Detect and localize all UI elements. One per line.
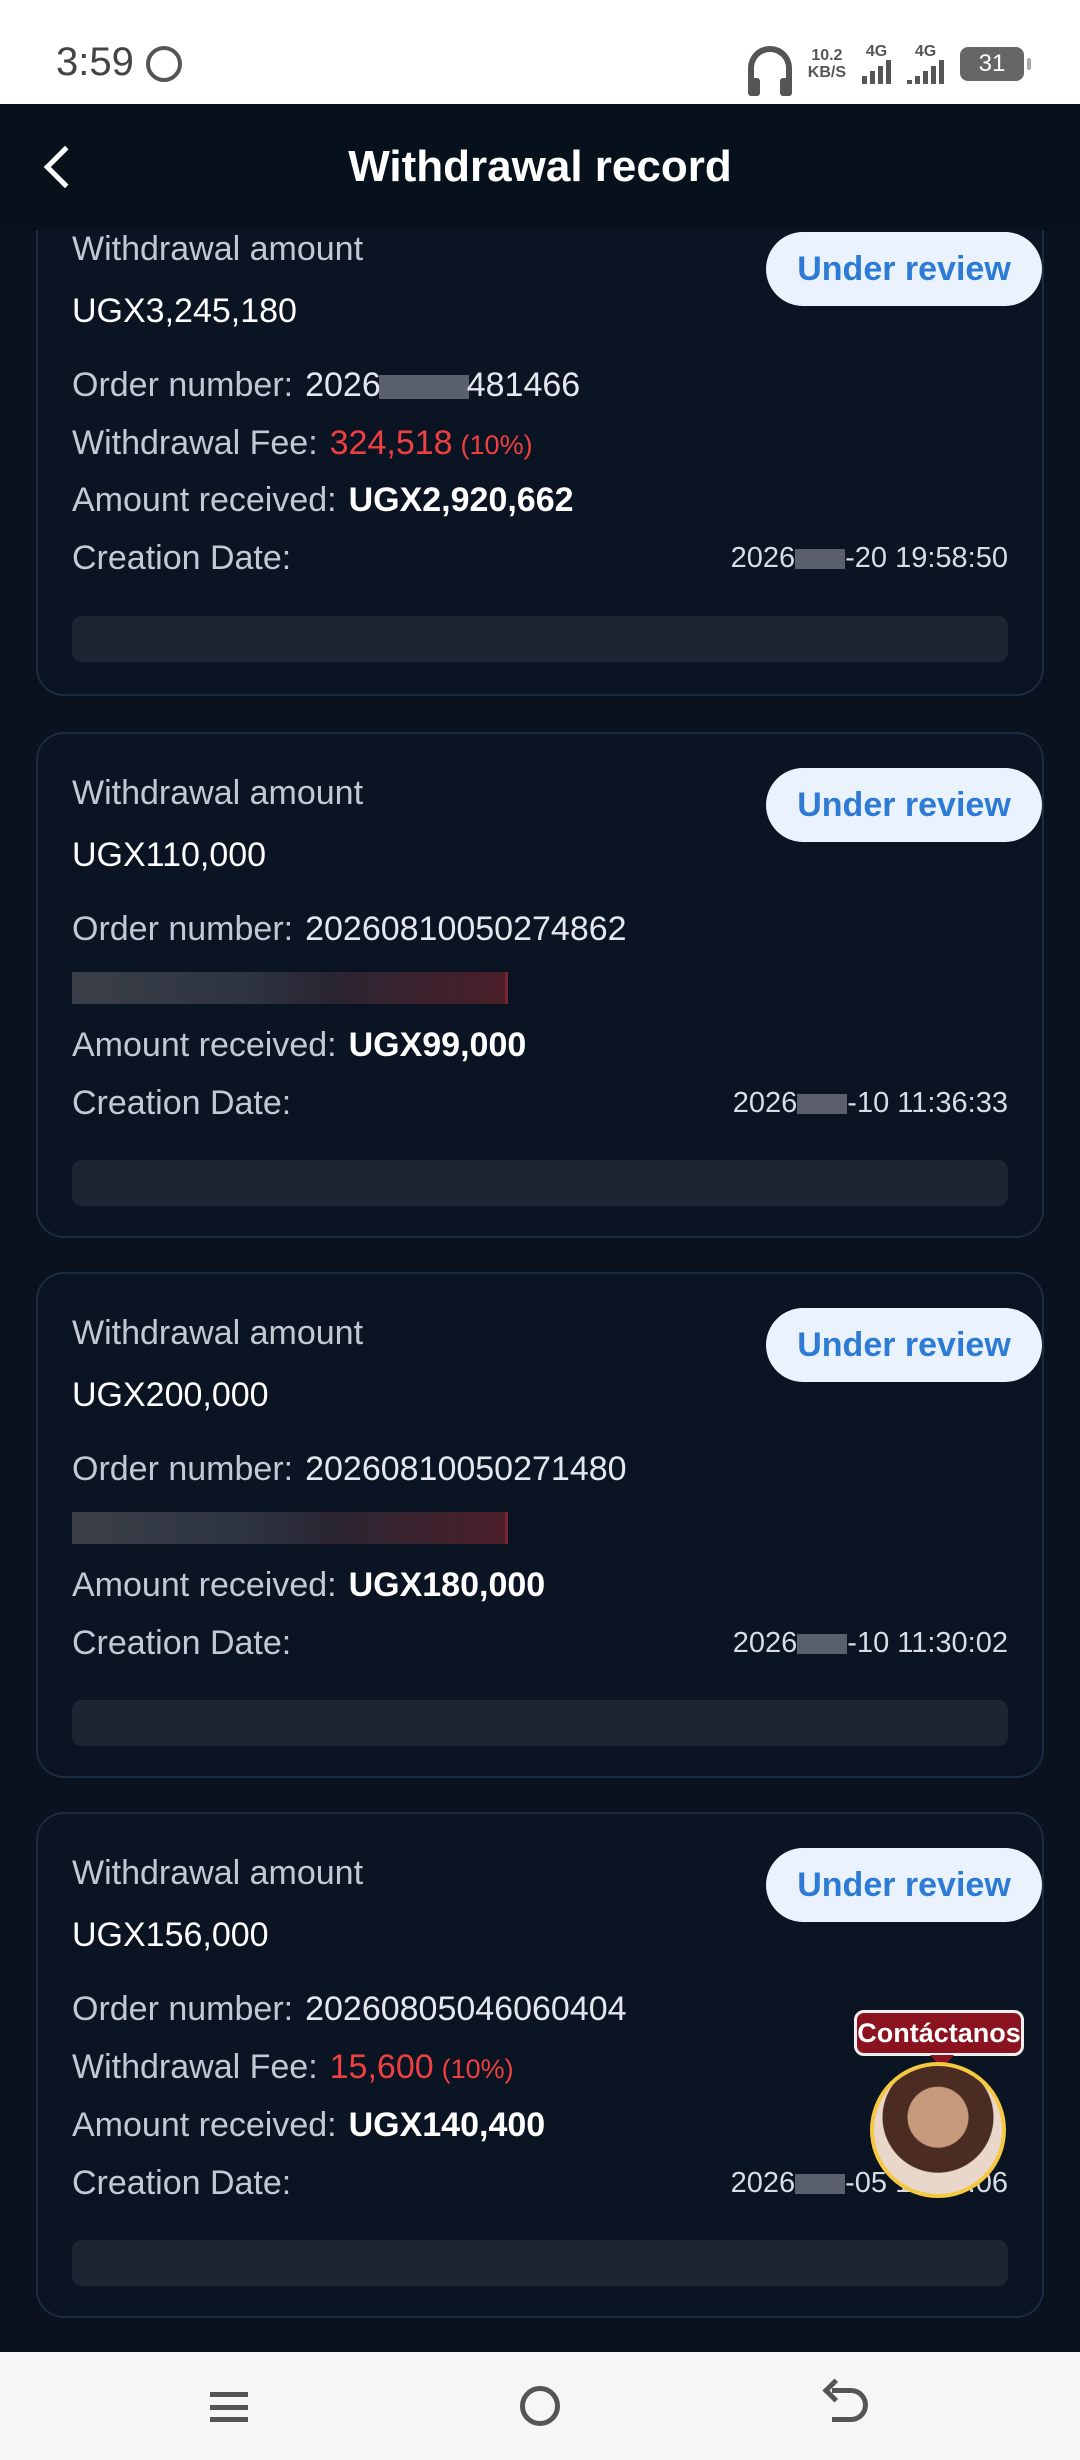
progress-track xyxy=(72,1700,1008,1746)
redacted-mask xyxy=(795,549,846,570)
received-label: Amount received: xyxy=(72,481,337,519)
order-number: 20260810050274862 xyxy=(305,910,627,948)
date-prefix: 2026 xyxy=(732,1627,798,1659)
headphone-icon xyxy=(747,46,792,96)
redacted-fee-row xyxy=(72,972,508,1004)
signal-2: 4G xyxy=(907,44,944,84)
date-suffix: -10 11:36:33 xyxy=(847,1087,1008,1119)
date-prefix: 2026 xyxy=(730,2167,796,2199)
network-speed-value: 10.2 xyxy=(811,47,843,64)
redacted-mask xyxy=(378,375,469,400)
date-label: Creation Date: xyxy=(72,1624,292,1662)
received-value: UGX180,000 xyxy=(348,1566,546,1604)
date-label: Creation Date: xyxy=(72,1084,292,1122)
date-value: 2026 -10 11:30:02 xyxy=(733,1627,1008,1660)
network-speed-unit: KB/S xyxy=(807,64,846,81)
home-icon[interactable] xyxy=(520,2386,560,2426)
redacted-mask xyxy=(797,1094,848,1115)
recent-apps-icon[interactable] xyxy=(210,2392,248,2422)
amount-label: Withdrawal amount xyxy=(72,230,364,268)
amount-value: UGX3,245,180 xyxy=(72,292,297,330)
order-suffix: 481466 xyxy=(466,366,581,404)
date-label: Creation Date: xyxy=(72,2164,292,2202)
date-prefix: 2026 xyxy=(730,542,796,574)
date-value: 2026 -20 19:58:50 xyxy=(731,542,1008,575)
amount-label: Withdrawal amount xyxy=(72,1854,364,1892)
fee-percent: (10%) xyxy=(441,2054,514,2084)
order-number-row: Order number: 20260810050274862 xyxy=(72,910,627,949)
status-icons: 10.2 KB/S 4G 4G 31 xyxy=(747,44,1031,96)
status-badge[interactable]: Under review xyxy=(766,1308,1042,1382)
received-row: Amount received: UGX180,000 xyxy=(72,1566,545,1605)
signal-1-label: 4G xyxy=(865,43,888,60)
fee-row: Withdrawal Fee: 15,600 (10%) xyxy=(72,2048,514,2087)
received-value: UGX140,400 xyxy=(348,2106,546,2144)
order-prefix: 2026 xyxy=(305,366,381,404)
received-value: UGX99,000 xyxy=(348,1026,527,1064)
support-avatar[interactable] xyxy=(870,2062,1006,2198)
status-time: 3:59 xyxy=(56,40,134,84)
amount-label: Withdrawal amount xyxy=(72,1314,364,1352)
withdrawal-record-card: Under review Withdrawal amount UGX110,00… xyxy=(36,732,1044,1238)
battery-icon: 31 xyxy=(960,47,1031,81)
contact-support-button[interactable]: Contáctanos xyxy=(854,2010,1024,2200)
fee-label: Withdrawal Fee: xyxy=(72,2048,318,2086)
progress-track xyxy=(72,616,1008,662)
date-suffix: -20 19:58:50 xyxy=(845,542,1008,574)
fee-value: 15,600 xyxy=(329,2048,434,2086)
order-label: Order number: xyxy=(72,366,294,404)
redacted-fee-row xyxy=(72,1512,508,1544)
withdrawal-record-card: Under review Withdrawal amount UGX3,245,… xyxy=(36,230,1044,696)
date-label: Creation Date: xyxy=(72,539,292,577)
order-number-row: Order number: 2026 481466 xyxy=(72,366,580,405)
amount-value: UGX156,000 xyxy=(72,1916,269,1954)
system-nav-bar xyxy=(0,2352,1080,2460)
received-label: Amount received: xyxy=(72,2106,337,2144)
status-badge[interactable]: Under review xyxy=(766,232,1042,306)
received-row: Amount received: UGX99,000 xyxy=(72,1026,526,1065)
signal-2-label: 4G xyxy=(914,43,937,60)
status-badge[interactable]: Under review xyxy=(766,768,1042,842)
withdrawal-record-card: Under review Withdrawal amount UGX200,00… xyxy=(36,1272,1044,1778)
received-value: UGX2,920,662 xyxy=(348,481,574,519)
status-badge[interactable]: Under review xyxy=(766,1848,1042,1922)
page-title: Withdrawal record xyxy=(348,142,732,191)
network-speed: 10.2 KB/S xyxy=(808,47,846,81)
order-label: Order number: xyxy=(72,910,294,948)
order-number: 20260810050271480 xyxy=(305,1450,627,1488)
whatsapp-icon xyxy=(146,46,182,82)
fee-label: Withdrawal Fee: xyxy=(72,424,318,462)
order-label: Order number: xyxy=(72,1450,294,1488)
progress-track xyxy=(72,2240,1008,2286)
received-row: Amount received: UGX2,920,662 xyxy=(72,481,574,520)
contact-label[interactable]: Contáctanos xyxy=(854,2010,1024,2069)
app-header: Withdrawal record xyxy=(0,104,1080,230)
date-suffix: -10 11:30:02 xyxy=(847,1627,1008,1659)
date-value: 2026 -10 11:36:33 xyxy=(733,1087,1008,1120)
progress-track xyxy=(72,1160,1008,1206)
status-bar: 3:59 10.2 KB/S 4G 4G 31 xyxy=(0,0,1080,104)
fee-row: Withdrawal Fee: 324,518 (10%) xyxy=(72,424,533,463)
received-label: Amount received: xyxy=(72,1026,337,1064)
date-prefix: 2026 xyxy=(732,1087,798,1119)
signal-bars-icon xyxy=(862,60,891,84)
order-number: 20260805046060404 xyxy=(305,1990,627,2028)
fee-percent: (10%) xyxy=(460,430,533,460)
order-number-row: Order number: 20260805046060404 xyxy=(72,1990,627,2029)
amount-value: UGX200,000 xyxy=(72,1376,269,1414)
fee-value: 324,518 xyxy=(329,424,453,462)
order-number-row: Order number: 20260810050271480 xyxy=(72,1450,627,1489)
signal-1: 4G xyxy=(862,44,891,84)
amount-value: UGX110,000 xyxy=(72,836,267,874)
redacted-mask xyxy=(795,2174,846,2195)
received-row: Amount received: UGX140,400 xyxy=(72,2106,545,2145)
received-label: Amount received: xyxy=(72,1566,337,1604)
amount-label: Withdrawal amount xyxy=(72,774,364,812)
order-label: Order number: xyxy=(72,1990,294,2028)
redacted-mask xyxy=(797,1634,848,1655)
back-icon[interactable] xyxy=(832,2388,868,2422)
signal-bars-icon xyxy=(907,60,944,84)
